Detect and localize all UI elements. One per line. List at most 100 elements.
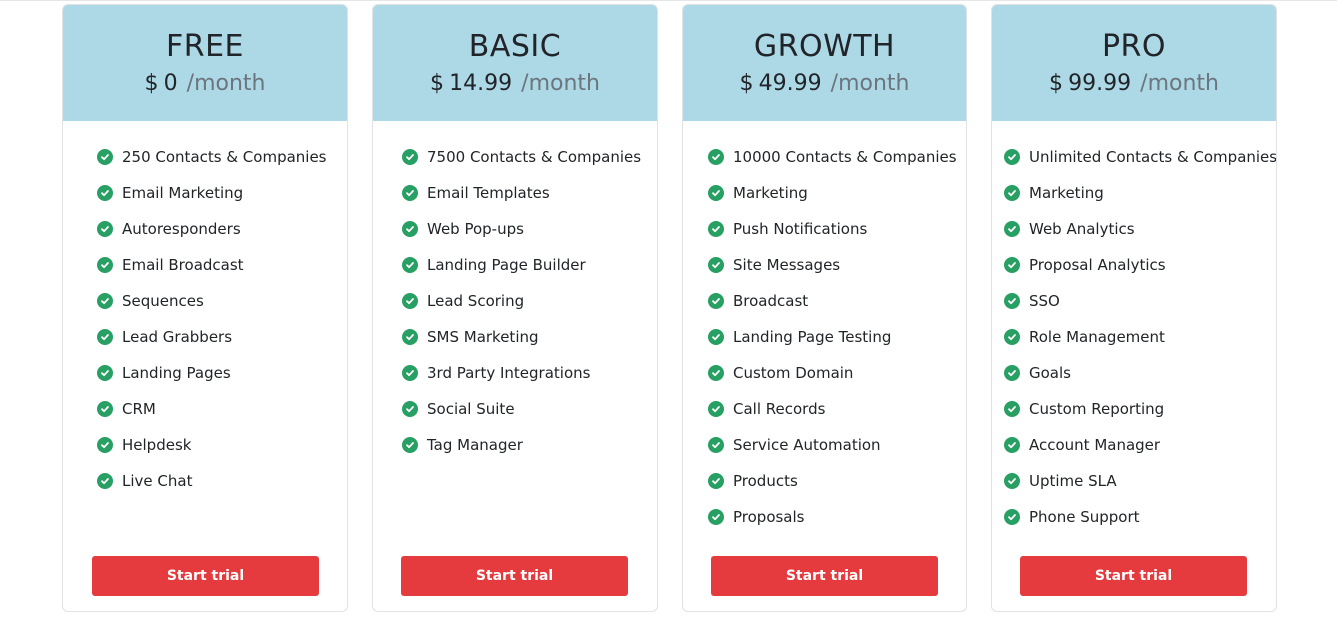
- feature-item: Site Messages: [708, 247, 957, 283]
- check-circle-icon: [708, 293, 724, 309]
- feature-label: SMS Marketing: [427, 328, 539, 346]
- feature-label: Custom Domain: [733, 364, 854, 382]
- check-circle-icon: [402, 293, 418, 309]
- plan-price: $ 99.99 /month: [992, 68, 1276, 101]
- check-circle-icon: [97, 329, 113, 345]
- feature-label: Web Pop-ups: [427, 220, 524, 238]
- feature-item: Email Templates: [402, 175, 641, 211]
- feature-label: Uptime SLA: [1029, 472, 1117, 490]
- feature-label: Broadcast: [733, 292, 809, 310]
- feature-item: Custom Reporting: [1004, 391, 1276, 427]
- check-circle-icon: [97, 257, 113, 273]
- check-circle-icon: [1004, 329, 1020, 345]
- check-circle-icon: [402, 257, 418, 273]
- feature-item: Autoresponders: [97, 211, 327, 247]
- feature-item: Push Notifications: [708, 211, 957, 247]
- feature-item: Marketing: [1004, 175, 1276, 211]
- start-trial-button-growth[interactable]: Start trial: [711, 556, 938, 596]
- check-circle-icon: [1004, 185, 1020, 201]
- feature-label: Call Records: [733, 400, 826, 418]
- check-circle-icon: [708, 329, 724, 345]
- price-period: /month: [186, 71, 266, 96]
- plan-name: BASIC: [468, 29, 562, 64]
- price-period: /month: [521, 71, 600, 96]
- price-amount: 0: [163, 71, 178, 96]
- plan-header: FREE $ 0 /month: [63, 5, 347, 121]
- feature-item: 3rd Party Integrations: [402, 355, 641, 391]
- check-circle-icon: [708, 473, 724, 489]
- price-amount: 99.99: [1068, 71, 1132, 96]
- plan-header: BASIC $ 14.99 /month: [373, 5, 657, 121]
- check-circle-icon: [708, 401, 724, 417]
- feature-label: Email Marketing: [122, 184, 244, 202]
- feature-item: Landing Page Builder: [402, 247, 641, 283]
- check-circle-icon: [402, 221, 418, 237]
- feature-item: Uptime SLA: [1004, 463, 1276, 499]
- price-currency: $: [144, 71, 159, 96]
- price-currency: $: [430, 71, 444, 96]
- check-circle-icon: [97, 365, 113, 381]
- top-divider: [0, 0, 1337, 1]
- feature-item: Web Pop-ups: [402, 211, 641, 247]
- feature-label: Role Management: [1029, 328, 1165, 346]
- check-circle-icon: [1004, 509, 1020, 525]
- feature-item: SSO: [1004, 283, 1276, 319]
- feature-label: Service Automation: [733, 436, 881, 454]
- feature-label: Phone Support: [1029, 508, 1140, 526]
- plan-name: GROWTH: [753, 29, 896, 64]
- feature-label: 250 Contacts & Companies: [122, 148, 327, 166]
- check-circle-icon: [708, 257, 724, 273]
- check-circle-icon: [1004, 257, 1020, 273]
- feature-label: Goals: [1029, 364, 1071, 382]
- feature-item: Broadcast: [708, 283, 957, 319]
- feature-item: Landing Pages: [97, 355, 327, 391]
- check-circle-icon: [1004, 149, 1020, 165]
- feature-item: Proposal Analytics: [1004, 247, 1276, 283]
- feature-label: Marketing: [733, 184, 808, 202]
- feature-label: Helpdesk: [122, 436, 192, 454]
- feature-list: Unlimited Contacts & Companies Marketing…: [1004, 139, 1276, 535]
- check-circle-icon: [1004, 221, 1020, 237]
- check-circle-icon: [708, 221, 724, 237]
- price-period: /month: [830, 71, 910, 96]
- start-trial-button-basic[interactable]: Start trial: [401, 556, 628, 596]
- feature-item: 250 Contacts & Companies: [97, 139, 327, 175]
- feature-label: Email Broadcast: [122, 256, 244, 274]
- feature-label: Proposal Analytics: [1029, 256, 1166, 274]
- feature-item: Account Manager: [1004, 427, 1276, 463]
- check-circle-icon: [402, 437, 418, 453]
- check-circle-icon: [97, 437, 113, 453]
- feature-item: Helpdesk: [97, 427, 327, 463]
- feature-label: Account Manager: [1029, 436, 1161, 454]
- start-trial-button-free[interactable]: Start trial: [92, 556, 319, 596]
- price-currency: $: [1049, 71, 1063, 96]
- feature-item: Marketing: [708, 175, 957, 211]
- feature-item: Email Marketing: [97, 175, 327, 211]
- check-circle-icon: [1004, 473, 1020, 489]
- feature-label: SSO: [1029, 292, 1060, 310]
- feature-label: Email Templates: [427, 184, 550, 202]
- feature-label: Landing Page Testing: [733, 328, 892, 346]
- check-circle-icon: [708, 185, 724, 201]
- plan-price: $ 14.99 /month: [373, 68, 657, 101]
- feature-item: Email Broadcast: [97, 247, 327, 283]
- feature-item: 10000 Contacts & Companies: [708, 139, 957, 175]
- start-trial-button-pro[interactable]: Start trial: [1020, 556, 1247, 596]
- feature-label: Lead Scoring: [427, 292, 525, 310]
- check-circle-icon: [708, 365, 724, 381]
- feature-item: SMS Marketing: [402, 319, 641, 355]
- check-circle-icon: [708, 149, 724, 165]
- check-circle-icon: [402, 185, 418, 201]
- check-circle-icon: [1004, 437, 1020, 453]
- check-circle-icon: [402, 365, 418, 381]
- plan-price: $ 0 /month: [63, 68, 347, 101]
- check-circle-icon: [1004, 293, 1020, 309]
- plan-card-basic: BASIC $ 14.99 /month 7500 Contacts & Com…: [372, 4, 658, 612]
- feature-item: 7500 Contacts & Companies: [402, 139, 641, 175]
- feature-item: Call Records: [708, 391, 957, 427]
- feature-item: Unlimited Contacts & Companies: [1004, 139, 1276, 175]
- feature-item: Social Suite: [402, 391, 641, 427]
- check-circle-icon: [1004, 365, 1020, 381]
- feature-item: Live Chat: [97, 463, 327, 499]
- plan-header: GROWTH $ 49.99 /month: [683, 5, 966, 121]
